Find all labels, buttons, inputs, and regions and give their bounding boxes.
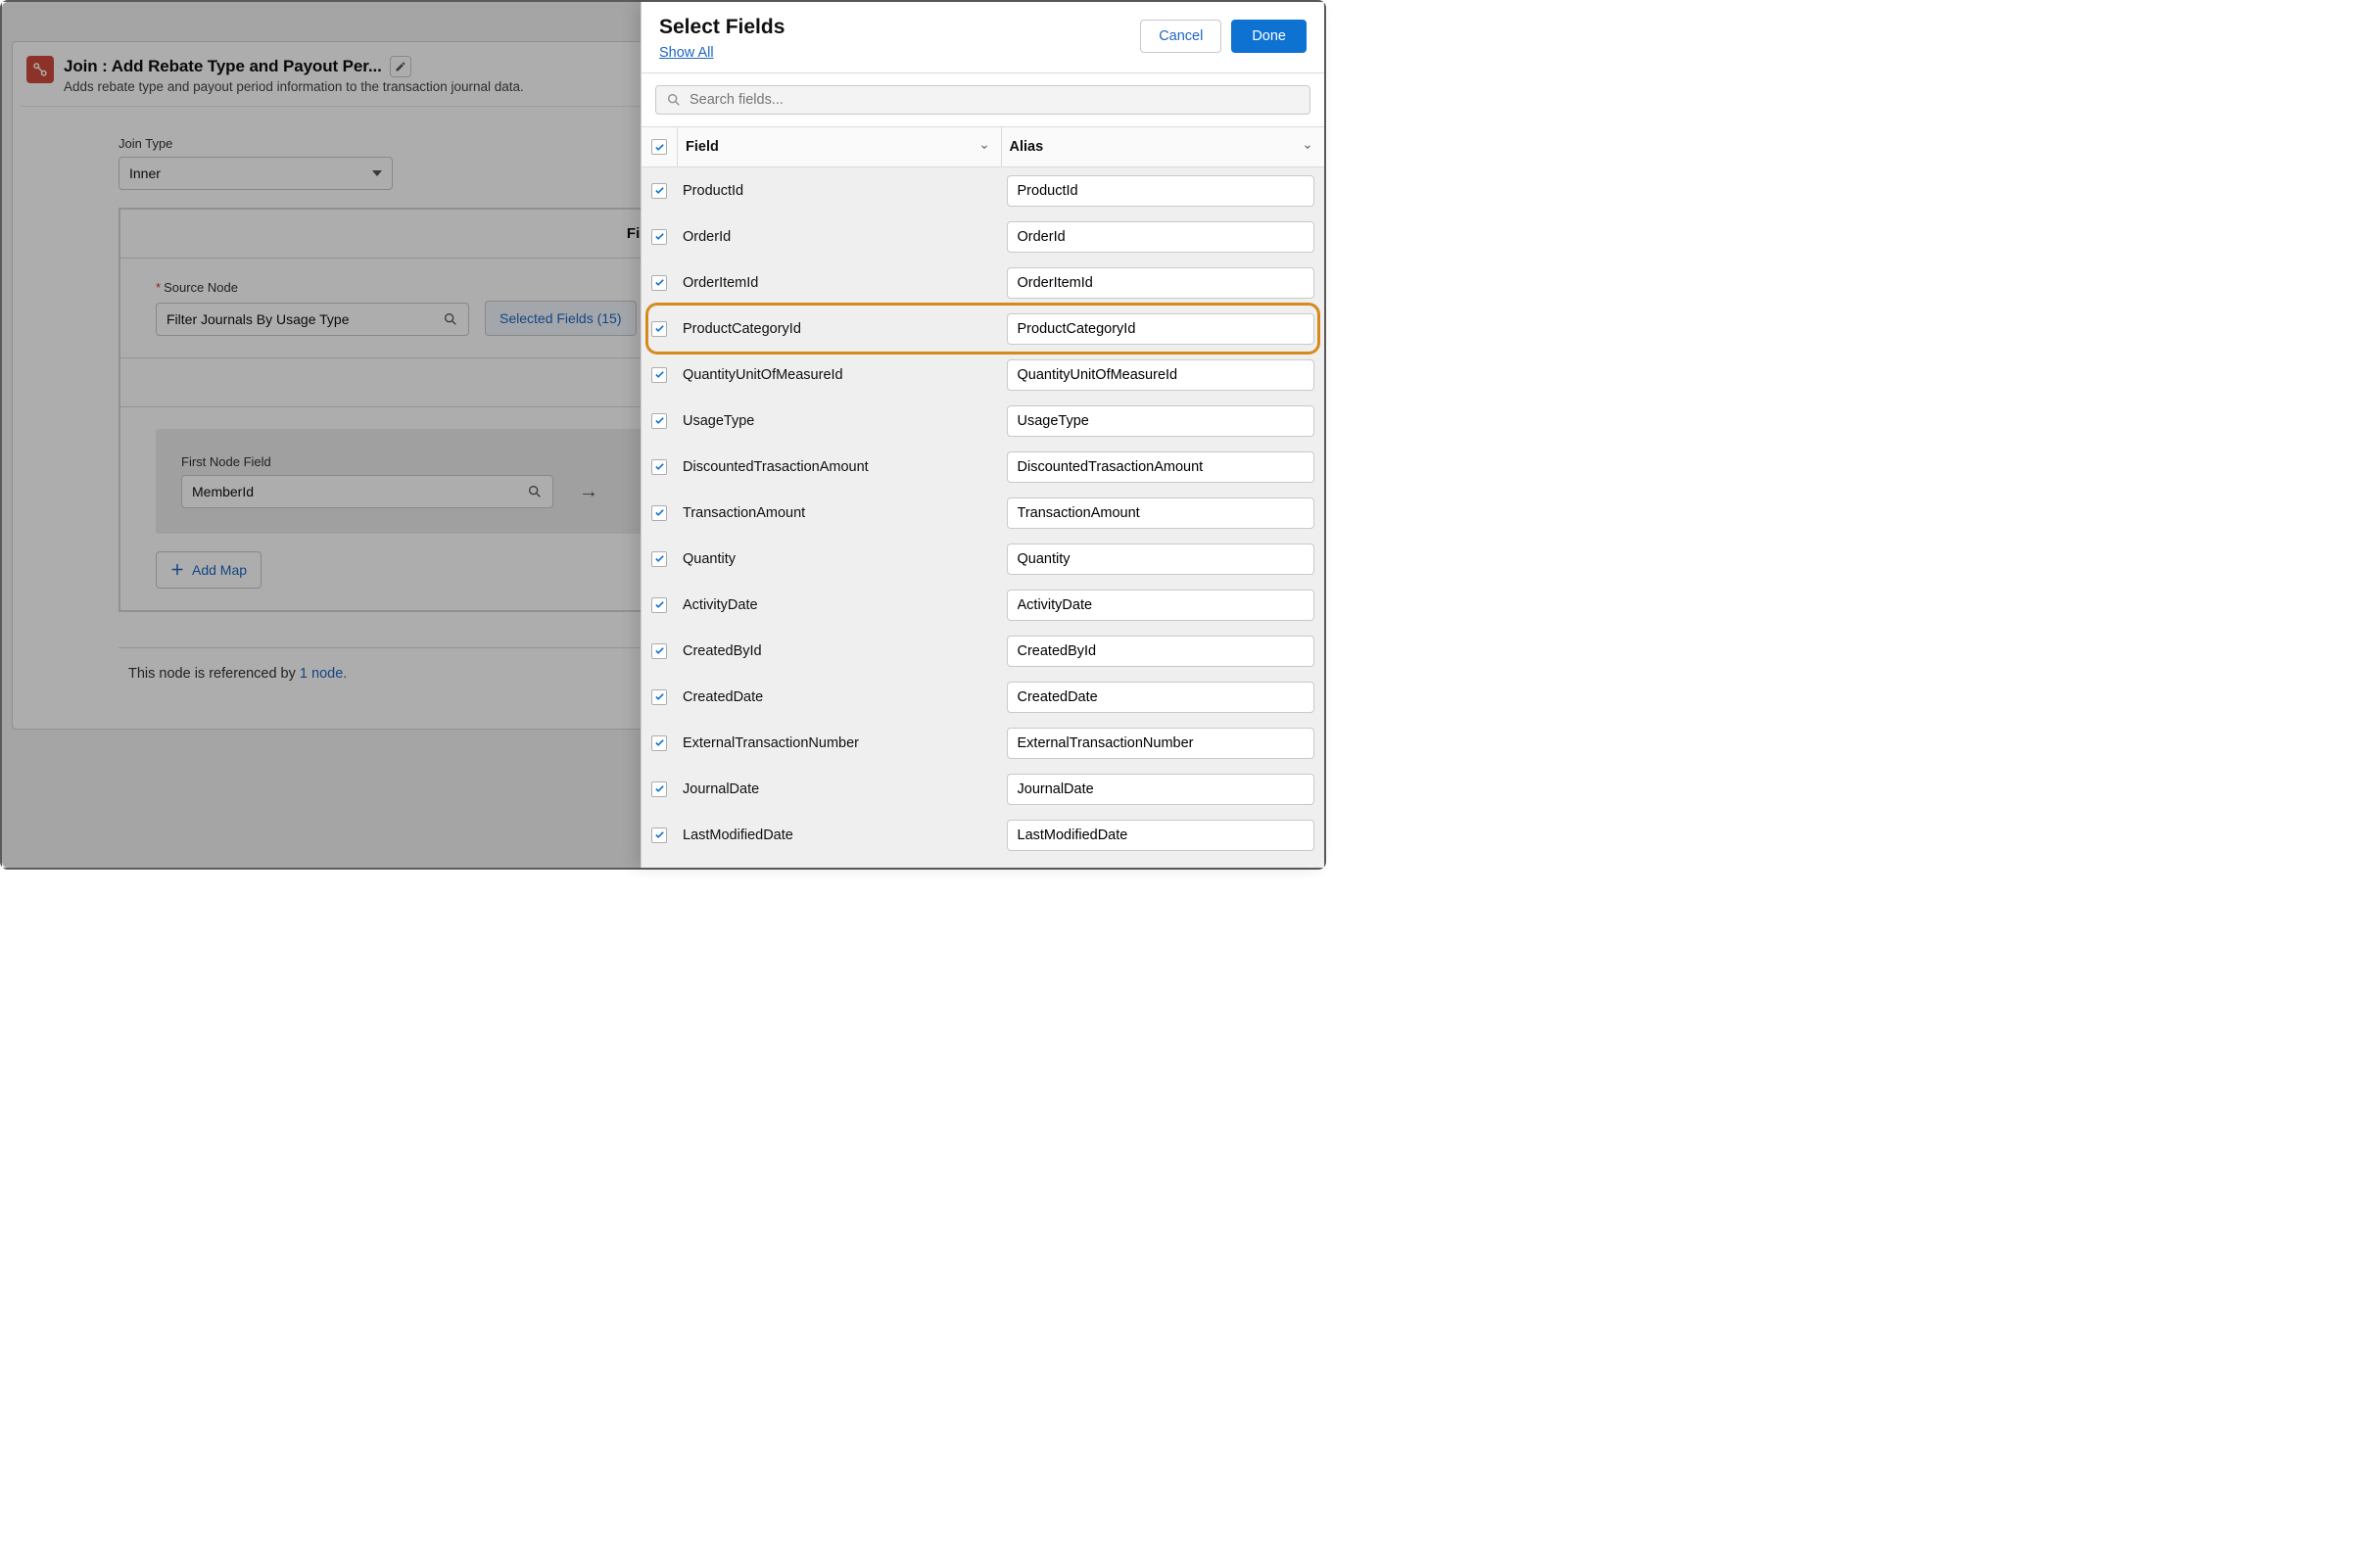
field-checkbox[interactable] xyxy=(651,735,667,751)
alias-input[interactable] xyxy=(1007,820,1315,851)
field-row: OrderId xyxy=(642,213,1324,260)
alias-input[interactable] xyxy=(1007,175,1315,207)
modal-header: Select Fields Show All Cancel Done xyxy=(642,2,1324,73)
field-rows: ProductId OrderId OrderItemId ProductCatego… xyxy=(642,167,1324,868)
alias-input[interactable] xyxy=(1007,221,1315,253)
field-checkbox[interactable] xyxy=(651,828,667,843)
col-field-header[interactable]: Field xyxy=(677,127,1001,166)
alias-input[interactable] xyxy=(1007,497,1315,529)
alias-input[interactable] xyxy=(1007,313,1315,345)
done-button[interactable]: Done xyxy=(1231,20,1307,53)
field-checkbox[interactable] xyxy=(651,413,667,429)
field-name: QuantityUnitOfMeasureId xyxy=(677,367,1001,383)
field-row: LastModifiedDate xyxy=(642,812,1324,858)
search-input[interactable] xyxy=(690,92,1300,108)
col-alias-header[interactable]: Alias xyxy=(1001,127,1325,166)
field-checkbox[interactable] xyxy=(651,643,667,659)
field-name: LastModifiedDate xyxy=(677,828,1001,843)
field-row: CreatedById xyxy=(642,628,1324,674)
col-alias-label: Alias xyxy=(1010,139,1044,155)
field-checkbox[interactable] xyxy=(651,459,667,475)
alias-input[interactable] xyxy=(1007,405,1315,437)
field-checkbox[interactable] xyxy=(651,321,667,337)
field-row: DiscountedTrasactionAmount xyxy=(642,444,1324,490)
alias-input[interactable] xyxy=(1007,682,1315,713)
alias-input[interactable] xyxy=(1007,451,1315,483)
field-row: JournalDate xyxy=(642,766,1324,812)
field-name: UsageType xyxy=(677,413,1001,429)
field-row: QuantityUnitOfMeasureId xyxy=(642,352,1324,398)
field-checkbox[interactable] xyxy=(651,229,667,245)
field-name: ExternalTransactionNumber xyxy=(677,735,1001,751)
field-row: ExternalTransactionNumber xyxy=(642,720,1324,766)
field-row: UsageType xyxy=(642,398,1324,444)
field-checkbox[interactable] xyxy=(651,183,667,199)
alias-input[interactable] xyxy=(1007,774,1315,805)
field-checkbox[interactable] xyxy=(651,781,667,797)
field-row: CreatedDate xyxy=(642,674,1324,720)
cancel-button[interactable]: Cancel xyxy=(1140,20,1221,53)
field-name: TransactionAmount xyxy=(677,505,1001,521)
field-checkbox[interactable] xyxy=(651,367,667,383)
field-checkbox[interactable] xyxy=(651,689,667,705)
field-row: TransactionAmount xyxy=(642,490,1324,536)
field-name: CreatedDate xyxy=(677,689,1001,705)
field-checkbox[interactable] xyxy=(651,551,667,567)
field-row: ActivityDate xyxy=(642,582,1324,628)
field-name: ProductId xyxy=(677,183,1001,199)
search-icon xyxy=(666,92,682,108)
alias-input[interactable] xyxy=(1007,636,1315,667)
field-row: ProductCategoryId xyxy=(642,306,1324,352)
alias-input[interactable] xyxy=(1007,544,1315,575)
field-row: Quantity xyxy=(642,536,1324,582)
field-name: OrderId xyxy=(677,229,1001,245)
select-all-checkbox[interactable] xyxy=(651,139,667,155)
field-row: OrderItemId xyxy=(642,260,1324,306)
field-checkbox[interactable] xyxy=(651,505,667,521)
field-name: JournalDate xyxy=(677,781,1001,797)
field-checkbox[interactable] xyxy=(651,275,667,291)
field-name: Quantity xyxy=(677,551,1001,567)
alias-input[interactable] xyxy=(1007,267,1315,299)
chevron-down-icon xyxy=(979,142,989,152)
field-checkbox[interactable] xyxy=(651,597,667,613)
alias-input[interactable] xyxy=(1007,728,1315,759)
show-all-link[interactable]: Show All xyxy=(659,45,714,61)
alias-input[interactable] xyxy=(1007,590,1315,621)
modal-title: Select Fields xyxy=(659,16,785,39)
select-fields-modal: Select Fields Show All Cancel Done Field… xyxy=(641,2,1324,868)
field-name: ProductCategoryId xyxy=(677,321,1001,337)
col-field-label: Field xyxy=(686,139,719,155)
table-header: Field Alias xyxy=(642,126,1324,167)
chevron-down-icon xyxy=(1303,142,1312,152)
field-row: ProductId xyxy=(642,167,1324,213)
field-name: OrderItemId xyxy=(677,275,1001,291)
field-name: DiscountedTrasactionAmount xyxy=(677,459,1001,475)
alias-input[interactable] xyxy=(1007,359,1315,391)
field-name: ActivityDate xyxy=(677,597,1001,613)
field-name: CreatedById xyxy=(677,643,1001,659)
search-field[interactable] xyxy=(655,85,1310,115)
